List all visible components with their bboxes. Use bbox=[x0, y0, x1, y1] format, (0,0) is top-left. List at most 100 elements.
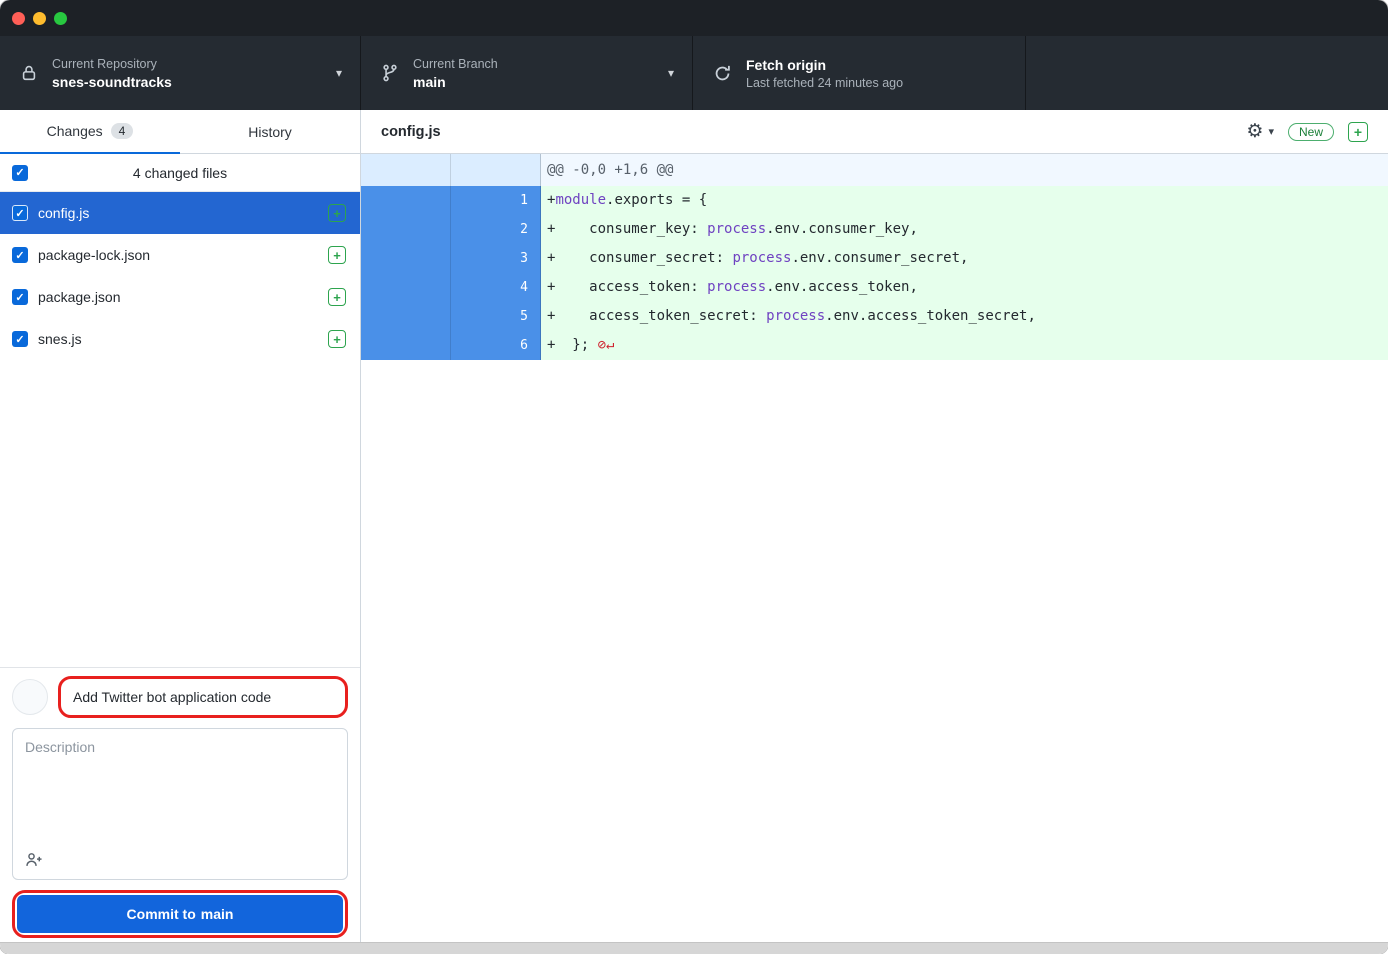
commit-form: Commit to main bbox=[0, 667, 360, 954]
diff-options-button[interactable]: ⚙ ▾ bbox=[1246, 122, 1274, 141]
changed-files-header: ✓ 4 changed files bbox=[0, 154, 360, 192]
code-line: + consumer_secret: process.env.consumer_… bbox=[541, 244, 1388, 273]
diff-view: @@ -0,0 +1,6 @@ 1+module.exports = {2+ c… bbox=[361, 154, 1388, 360]
titlebar bbox=[0, 0, 1388, 36]
added-status-icon: + bbox=[328, 288, 346, 306]
current-branch-dropdown[interactable]: Current Branch main ▾ bbox=[361, 36, 693, 110]
commit-button-prefix: Commit to bbox=[127, 906, 196, 922]
chevron-down-icon: ▾ bbox=[336, 66, 342, 80]
old-line-number bbox=[361, 154, 451, 186]
annotation-commit-highlight: Commit to main bbox=[12, 890, 348, 938]
changed-files-count: 4 changed files bbox=[0, 165, 360, 181]
code-line: +module.exports = { bbox=[541, 186, 1388, 215]
current-repository-value: snes-soundtracks bbox=[52, 74, 172, 90]
chevron-down-icon: ▾ bbox=[668, 66, 674, 80]
code-line: + access_token_secret: process.env.acces… bbox=[541, 302, 1388, 331]
old-line-number[interactable] bbox=[361, 273, 451, 302]
diff-line: 4+ access_token: process.env.access_toke… bbox=[361, 273, 1388, 302]
file-checkbox[interactable]: ✓ bbox=[12, 205, 28, 221]
added-status-icon: + bbox=[1348, 122, 1368, 142]
changed-files-list: ✓ config.js + ✓ package-lock.json + ✓ package.j… bbox=[0, 192, 360, 360]
file-name: snes.js bbox=[38, 331, 318, 347]
changes-count-badge: 4 bbox=[111, 123, 134, 139]
added-status-icon: + bbox=[328, 246, 346, 264]
window-bottom-edge bbox=[0, 942, 1388, 954]
file-checkbox[interactable]: ✓ bbox=[12, 289, 28, 305]
commit-description-input[interactable] bbox=[13, 729, 347, 841]
diff-line: 3+ consumer_secret: process.env.consumer… bbox=[361, 244, 1388, 273]
sidebar-tabs: Changes 4 History bbox=[0, 110, 360, 154]
file-name: config.js bbox=[38, 205, 318, 221]
current-repository-dropdown[interactable]: Current Repository snes-soundtracks ▾ bbox=[0, 36, 361, 110]
file-checkbox[interactable]: ✓ bbox=[12, 247, 28, 263]
git-branch-icon bbox=[381, 64, 399, 82]
annotation-summary-highlight bbox=[58, 676, 348, 718]
file-checkbox[interactable]: ✓ bbox=[12, 331, 28, 347]
file-name: package-lock.json bbox=[38, 247, 318, 263]
file-row-package-lock.json[interactable]: ✓ package-lock.json + bbox=[0, 234, 360, 276]
commit-description-box bbox=[12, 728, 348, 880]
sync-icon bbox=[713, 64, 732, 83]
hunk-header-row[interactable]: @@ -0,0 +1,6 @@ bbox=[361, 154, 1388, 186]
file-name: package.json bbox=[38, 289, 318, 305]
new-line-number[interactable]: 3 bbox=[451, 244, 541, 273]
old-line-number[interactable] bbox=[361, 302, 451, 331]
new-line-number[interactable]: 1 bbox=[451, 186, 541, 215]
added-status-icon: + bbox=[328, 204, 346, 222]
toolbar: Current Repository snes-soundtracks ▾ Cu… bbox=[0, 36, 1388, 110]
file-row-config.js[interactable]: ✓ config.js + bbox=[0, 192, 360, 234]
sidebar: Changes 4 History ✓ 4 changed files ✓ con… bbox=[0, 110, 361, 954]
select-all-checkbox[interactable]: ✓ bbox=[12, 165, 28, 181]
close-window-button[interactable] bbox=[12, 12, 25, 25]
diff-line: 6+ }; ⊘↵ bbox=[361, 331, 1388, 360]
zoom-window-button[interactable] bbox=[54, 12, 67, 25]
new-line-number[interactable]: 6 bbox=[451, 331, 541, 360]
diff-line: 1+module.exports = { bbox=[361, 186, 1388, 215]
diff-line: 2+ consumer_key: process.env.consumer_ke… bbox=[361, 215, 1388, 244]
old-line-number[interactable] bbox=[361, 331, 451, 360]
minimize-window-button[interactable] bbox=[33, 12, 46, 25]
diff-line: 5+ access_token_secret: process.env.acce… bbox=[361, 302, 1388, 331]
code-line: + }; ⊘↵ bbox=[541, 331, 1388, 360]
tab-history[interactable]: History bbox=[180, 110, 360, 154]
current-branch-value: main bbox=[413, 74, 498, 90]
new-line-number[interactable]: 4 bbox=[451, 273, 541, 302]
diff-panel: config.js ⚙ ▾ New + @@ -0,0 +1,6 @@ 1+mo… bbox=[361, 110, 1388, 954]
old-line-number[interactable] bbox=[361, 215, 451, 244]
file-row-package.json[interactable]: ✓ package.json + bbox=[0, 276, 360, 318]
tab-changes-label: Changes bbox=[47, 123, 103, 139]
code-line: + consumer_key: process.env.consumer_key… bbox=[541, 215, 1388, 244]
tab-changes[interactable]: Changes 4 bbox=[0, 110, 180, 154]
current-repository-label: Current Repository bbox=[52, 57, 172, 71]
hunk-header: @@ -0,0 +1,6 @@ bbox=[541, 154, 1388, 186]
current-branch-label: Current Branch bbox=[413, 57, 498, 71]
commit-summary-row bbox=[12, 676, 348, 718]
commit-summary-input[interactable] bbox=[63, 681, 343, 713]
github-desktop-window: Current Repository snes-soundtracks ▾ Cu… bbox=[0, 0, 1388, 954]
sidebar-spacer bbox=[0, 360, 360, 667]
new-line-number[interactable]: 2 bbox=[451, 215, 541, 244]
diff-lines: 1+module.exports = {2+ consumer_key: pro… bbox=[361, 186, 1388, 360]
fetch-origin-label: Fetch origin bbox=[746, 57, 903, 73]
add-coauthor-icon[interactable] bbox=[25, 851, 43, 869]
commit-button-branch: main bbox=[201, 906, 234, 922]
gear-icon: ⚙ bbox=[1246, 122, 1263, 141]
avatar bbox=[12, 679, 48, 715]
old-line-number[interactable] bbox=[361, 244, 451, 273]
chevron-down-icon: ▾ bbox=[1268, 125, 1274, 138]
tab-history-label: History bbox=[248, 124, 292, 140]
diff-header: config.js ⚙ ▾ New + bbox=[361, 110, 1388, 154]
old-line-number[interactable] bbox=[361, 186, 451, 215]
added-status-icon: + bbox=[328, 330, 346, 348]
file-row-snes.js[interactable]: ✓ snes.js + bbox=[0, 318, 360, 360]
new-file-badge: New bbox=[1288, 123, 1334, 141]
lock-icon bbox=[20, 64, 38, 82]
new-line-number[interactable]: 5 bbox=[451, 302, 541, 331]
diff-file-title: config.js bbox=[381, 124, 441, 140]
code-line: + access_token: process.env.access_token… bbox=[541, 273, 1388, 302]
commit-button[interactable]: Commit to main bbox=[17, 895, 343, 933]
diff-header-actions: ⚙ ▾ New + bbox=[1246, 122, 1368, 142]
new-line-number bbox=[451, 154, 541, 186]
last-fetched-text: Last fetched 24 minutes ago bbox=[746, 76, 903, 90]
fetch-origin-button[interactable]: Fetch origin Last fetched 24 minutes ago bbox=[693, 36, 1026, 110]
